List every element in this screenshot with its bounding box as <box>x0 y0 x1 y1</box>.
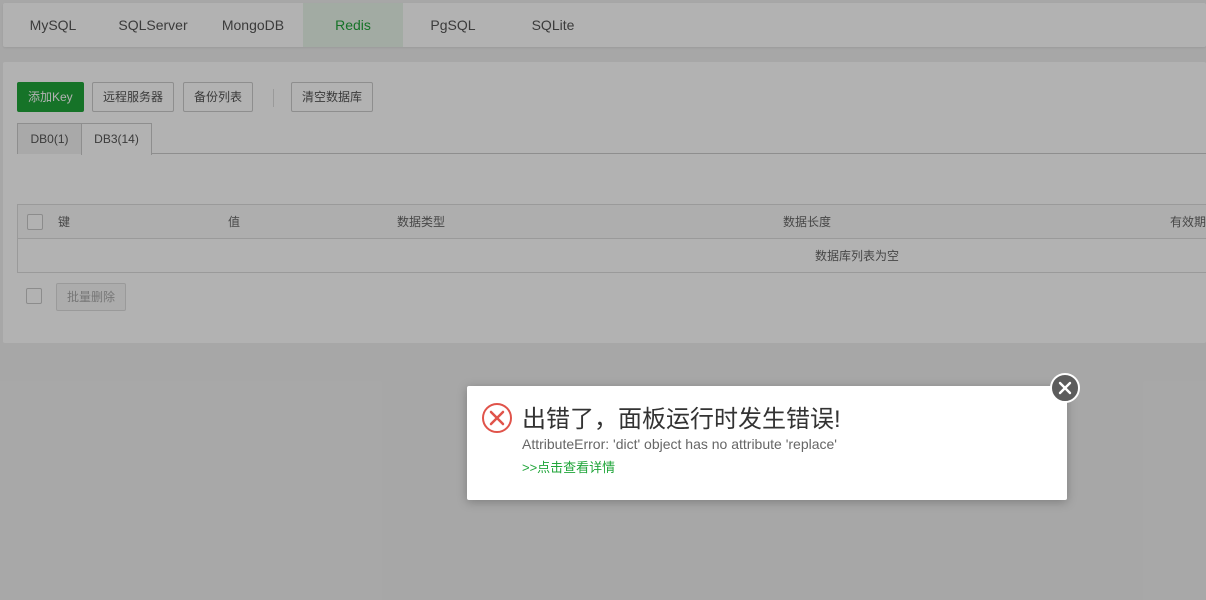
modal-overlay <box>0 0 1206 600</box>
error-circle-icon <box>482 403 512 433</box>
close-dialog-button[interactable] <box>1050 373 1080 403</box>
error-dialog: 出错了，面板运行时发生错误! AttributeError: 'dict' ob… <box>467 386 1067 500</box>
error-title: 出错了，面板运行时发生错误! <box>522 406 841 433</box>
close-icon <box>1058 381 1072 395</box>
view-details-link[interactable]: >>点击查看详情 <box>522 459 615 477</box>
error-message: AttributeError: 'dict' object has no att… <box>522 436 837 452</box>
